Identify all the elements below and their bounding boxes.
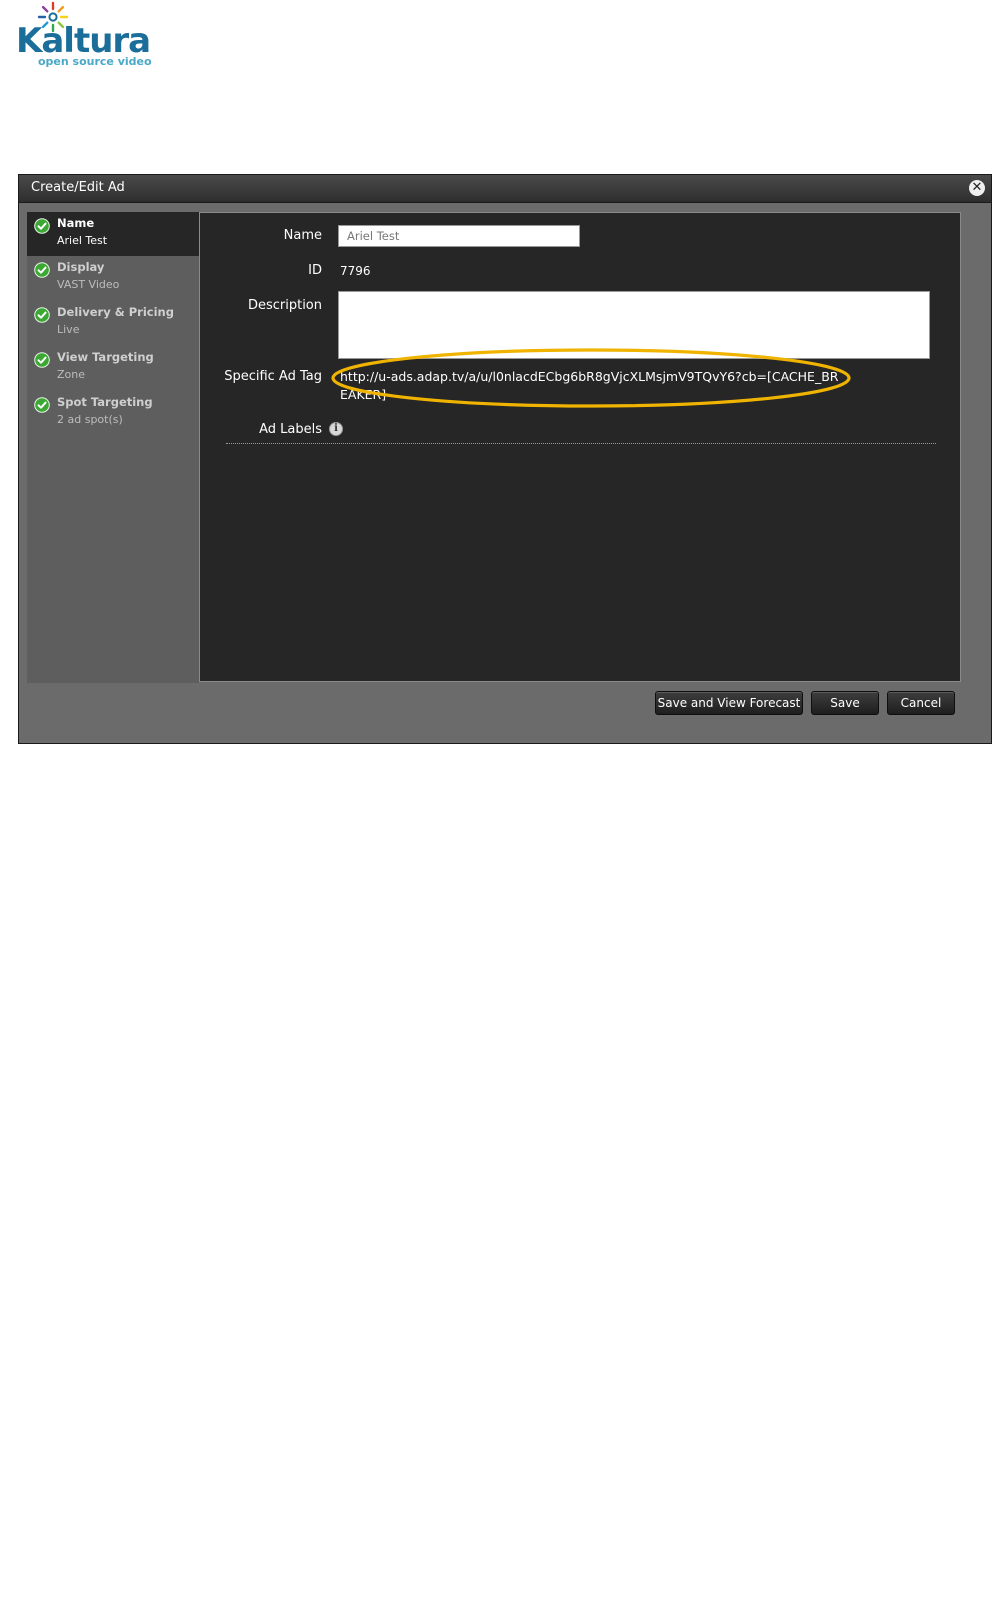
step-view-targeting[interactable]: View Targeting Zone xyxy=(27,346,199,390)
check-circle-icon xyxy=(34,397,50,413)
step-sublabel: Ariel Test xyxy=(57,234,108,247)
id-value: 7796 xyxy=(340,264,371,278)
step-display[interactable]: Display VAST Video xyxy=(27,256,199,300)
description-input[interactable] xyxy=(338,291,930,359)
step-label: Display xyxy=(57,260,105,274)
dialog-title: Create/Edit Ad xyxy=(31,180,125,195)
step-label: Delivery & Pricing xyxy=(57,305,174,319)
ad-labels-divider xyxy=(226,443,936,444)
wizard-steps-sidebar: Name Ariel Test Display VAST Video Deliv… xyxy=(27,212,200,683)
step-spot-targeting[interactable]: Spot Targeting 2 ad spot(s) xyxy=(27,391,199,435)
cancel-button[interactable]: Cancel xyxy=(887,691,955,715)
logo-tagline: open source video xyxy=(38,55,152,68)
check-circle-icon xyxy=(34,262,50,278)
close-icon[interactable]: ✕ xyxy=(969,180,985,196)
ad-form-panel: Name ID 7796 Description Specific Ad Tag… xyxy=(199,212,961,682)
name-input[interactable] xyxy=(338,225,580,247)
id-label: ID xyxy=(308,263,322,278)
dialog-titlebar: Create/Edit Ad ✕ xyxy=(19,175,991,203)
step-sublabel: 2 ad spot(s) xyxy=(57,413,123,426)
name-label: Name xyxy=(283,228,322,243)
check-circle-icon xyxy=(34,352,50,368)
ad-labels-label: Ad Labels xyxy=(259,422,322,437)
step-name[interactable]: Name Ariel Test xyxy=(27,212,200,256)
check-circle-icon xyxy=(34,307,50,323)
save-and-view-forecast-button[interactable]: Save and View Forecast xyxy=(655,691,803,715)
step-sublabel: Zone xyxy=(57,368,86,381)
step-label: Spot Targeting xyxy=(57,395,153,409)
kaltura-logo: Kaltura open source video xyxy=(16,0,156,72)
check-circle-icon xyxy=(34,218,50,234)
create-edit-ad-dialog: Create/Edit Ad ✕ Name Ariel Test Display… xyxy=(18,174,992,744)
ad-tag-value: http://u-ads.adap.tv/a/u/l0nlacdECbg6bR8… xyxy=(340,369,839,402)
step-sublabel: Live xyxy=(57,323,80,336)
step-delivery-pricing[interactable]: Delivery & Pricing Live xyxy=(27,301,199,345)
step-label: Name xyxy=(57,216,95,230)
ad-tag-label: Specific Ad Tag xyxy=(224,369,322,384)
step-label: View Targeting xyxy=(57,350,154,364)
save-button[interactable]: Save xyxy=(811,691,879,715)
info-icon[interactable]: i xyxy=(329,422,343,436)
description-label: Description xyxy=(247,298,322,313)
step-sublabel: VAST Video xyxy=(57,278,120,291)
